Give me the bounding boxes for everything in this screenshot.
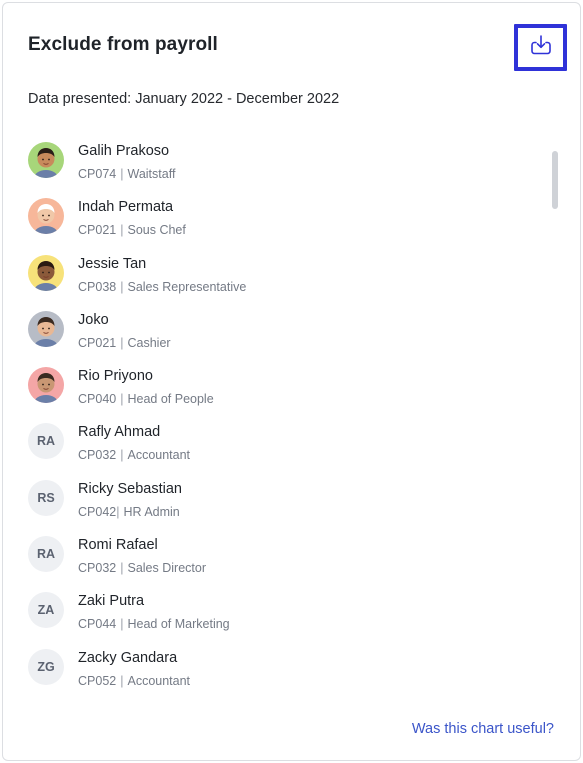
employee-row[interactable]: Joko CP021 | Cashier [28,310,548,366]
separator: | [120,167,124,181]
scrollbar-thumb[interactable] [552,151,558,209]
employee-meta: CP042| HR Admin [78,505,180,519]
employee-meta: CP021 | Sous Chef [78,223,186,237]
employee-role: Accountant [127,673,191,688]
avatar [28,198,64,235]
employee-name: Jessie Tan [78,255,147,272]
employee-role: Accountant [127,448,191,463]
employee-name: Romi Rafael [78,537,158,554]
employee-code: CP032 [78,448,117,463]
employee-role: Sous Chef [127,223,186,238]
employee-name: Zacky Gandara [78,649,178,666]
employee-meta: CP052 | Accountant [78,674,190,688]
employee-code: CP040 [78,392,117,407]
avatar [28,254,64,291]
employee-meta: CP032 | Accountant [78,448,190,462]
avatar [28,142,64,178]
employee-role: Sales Director [127,561,206,576]
employee-row[interactable]: Indah Permata CP021 | Sous Chef [28,197,548,253]
separator: | [120,335,124,350]
employee-name: Zaki Putra [78,593,145,610]
avatar [28,367,64,404]
employee-role: Head of People [127,392,214,407]
employee-code: CP038 [78,279,117,294]
date-range-text: Data presented: January 2022 - December … [28,91,340,107]
employee-name: Rafly Ahmad [78,424,161,441]
employee-row[interactable]: RS Ricky Sebastian CP042| HR Admin [28,479,548,535]
employee-row[interactable]: RA Rafly Ahmad CP032 | Accountant [28,422,548,478]
avatar: ZG [28,648,64,685]
download-icon [529,33,553,62]
employee-role: Head of Marketing [127,617,230,632]
scrollbar[interactable] [552,151,558,711]
employee-row[interactable]: Galih Prakoso CP074 | Waitstaff [28,141,548,197]
separator: | [120,617,124,632]
avatar [28,310,64,347]
download-button[interactable] [514,24,567,71]
employee-name: Indah Permata [78,199,174,216]
employee-code: CP021 [78,335,117,350]
separator: | [120,392,124,407]
feedback-link[interactable]: Was this chart useful? [412,721,554,737]
separator: | [120,561,124,576]
separator: | [120,448,124,463]
separator: | [120,223,124,238]
avatar: RS [28,479,64,516]
card-title: Exclude from payroll [28,34,218,55]
employee-row[interactable]: Jessie Tan CP038 | Sales Representative [28,254,548,310]
employee-meta: CP032 | Sales Director [78,561,206,575]
employee-role: HR Admin [123,504,180,519]
employee-code: CP021 [78,223,117,238]
employee-code: CP044 [78,617,117,632]
employee-meta: CP044 | Head of Marketing [78,617,230,631]
separator: | [120,279,124,294]
employee-code: CP074 [78,167,117,181]
exclude-from-payroll-card: Exclude from payroll Data presented: Jan… [2,2,581,761]
employee-role: Waitstaff [127,167,176,181]
separator: | [120,673,124,688]
employee-row[interactable]: Rio Priyono CP040 | Head of People [28,366,548,422]
employee-row[interactable]: ZG Zacky Gandara CP052 | Accountant [28,648,548,704]
employee-meta: CP074 | Waitstaff [78,167,175,181]
employee-name: Joko [78,311,109,328]
employee-code: CP032 [78,561,117,576]
employee-code: CP042 [78,504,117,519]
employee-row[interactable]: ZA Zaki Putra CP044 | Head of Marketing [28,591,548,647]
employee-list: Galih Prakoso CP074 | Waitstaff Indah Permat… [28,141,548,704]
avatar: RA [28,423,64,460]
employee-row[interactable]: RA Romi Rafael CP032 | Sales Director [28,535,548,591]
employee-meta: CP040 | Head of People [78,392,214,406]
avatar: RA [28,536,64,573]
avatar: ZA [28,592,64,629]
employee-name: Rio Priyono [78,368,153,385]
employee-code: CP052 [78,673,117,688]
employee-role: Cashier [127,335,171,350]
employee-meta: CP038 | Sales Representative [78,280,246,294]
employee-role: Sales Representative [127,279,247,294]
employee-name: Ricky Sebastian [78,480,182,497]
employee-name: Galih Prakoso [78,143,170,159]
employee-meta: CP021 | Cashier [78,336,171,350]
